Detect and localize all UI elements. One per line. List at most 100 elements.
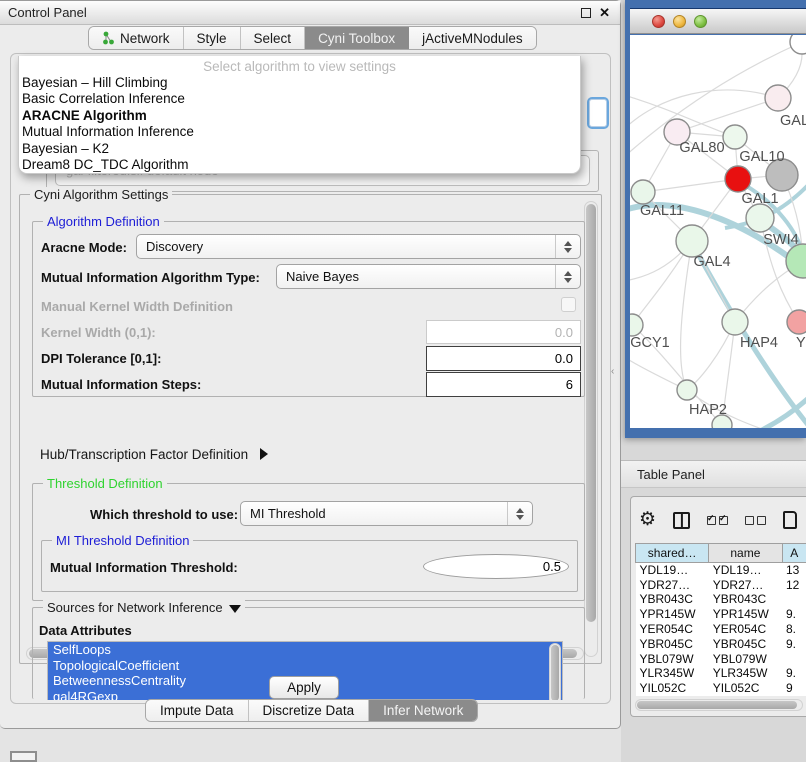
mi-steps-label: Mutual Information Steps: — [41, 377, 201, 392]
network-edge — [681, 241, 692, 390]
network-edge — [643, 179, 738, 192]
deselect-all-columns-icon[interactable] — [745, 516, 766, 525]
table-panel-window: ⚙ shared…nameA YDL19…YDL19…13YDR27…YDR27… — [630, 496, 806, 717]
network-node-gal10[interactable] — [723, 125, 747, 149]
table-row[interactable]: YDR27…YDR27…12 — [636, 577, 806, 592]
network-node-label: GAL1 — [741, 191, 778, 207]
columns-icon[interactable] — [673, 512, 690, 529]
table-panel-titlebar[interactable]: Table Panel — [621, 460, 806, 488]
data-attribute-item-selected[interactable]: SelfLoops — [48, 642, 562, 658]
gear-icon[interactable]: ⚙ — [639, 510, 656, 530]
control-panel-window: Control Panel ✕ Network StyleSelectCyni T… — [0, 0, 621, 729]
tab-cyni-toolbox[interactable]: Cyni Toolbox — [305, 27, 409, 49]
mi-threshold-definition-title: MI Threshold Definition — [52, 533, 193, 548]
bottom-tab-impute-data[interactable]: Impute Data — [146, 700, 249, 721]
table-cell: 8. — [782, 622, 806, 637]
tab-jactivemnodules[interactable]: jActiveMNodules — [409, 27, 536, 49]
table-column-header[interactable]: shared… — [636, 544, 709, 563]
panel-divider-handle[interactable]: ‹ — [611, 366, 614, 377]
zoom-traffic-light-icon[interactable] — [694, 15, 707, 28]
sources-title[interactable]: Sources for Network Inference — [43, 600, 245, 615]
minimized-panel-icon[interactable] — [10, 751, 37, 762]
control-panel-titlebar[interactable]: Control Panel ✕ — [0, 1, 620, 25]
minimize-traffic-light-icon[interactable] — [673, 15, 686, 28]
tab-label: Network — [120, 31, 170, 46]
aracne-mode-combobox[interactable]: Discovery — [136, 234, 581, 259]
node-table[interactable]: shared…nameA YDL19…YDL19…13YDR27…YDR27…1… — [635, 543, 806, 696]
kernel-width-field[interactable]: 0.0 — [426, 320, 581, 344]
network-node-gal1[interactable] — [725, 166, 751, 192]
inference-algorithm-combobox-fragment[interactable] — [587, 97, 609, 129]
which-threshold-combobox[interactable]: MI Threshold — [240, 501, 533, 526]
network-node-label: GAL — [780, 113, 806, 129]
table-horizontal-scrollbar[interactable] — [635, 699, 803, 711]
table-row[interactable]: YBL079WYBL079W — [636, 651, 806, 666]
algorithm-option[interactable]: Bayesian – Hill Climbing — [19, 75, 580, 91]
network-node-hap2[interactable] — [677, 380, 697, 400]
table-cell: 9. — [782, 607, 806, 622]
algorithm-option[interactable]: Dream8 DC_TDC Algorithm — [19, 157, 580, 173]
mi-threshold-definition-group: MI Threshold Definition Mutual Informati… — [41, 540, 578, 592]
algorithm-option[interactable]: ARACNE Algorithm — [19, 108, 580, 124]
data-attribute-item-selected[interactable]: TopologicalCoefficient — [48, 658, 562, 674]
table-cell: 9. — [782, 636, 806, 651]
mi-algorithm-type-label: Mutual Information Algorithm Type: — [41, 270, 260, 285]
table-row[interactable]: YBR045CYBR045C9. — [636, 636, 806, 651]
dpi-tolerance-field[interactable]: 0.0 — [426, 346, 581, 371]
float-window-icon[interactable] — [581, 8, 591, 18]
attributes-list-scrollbar[interactable] — [549, 643, 561, 700]
algorithm-dropdown-placeholder: Select algorithm to view settings — [19, 56, 580, 75]
bottom-tab-discretize-data[interactable]: Discretize Data — [249, 700, 370, 721]
control-panel-title: Control Panel — [0, 5, 87, 20]
table-column-header[interactable]: A — [782, 544, 806, 563]
mi-algorithm-type-combobox[interactable]: Naive Bayes — [276, 264, 581, 289]
network-node-label: HAP2 — [689, 402, 727, 418]
algorithm-option[interactable]: Bayesian – K2 — [19, 141, 580, 157]
network-node[interactable] — [786, 244, 806, 278]
apply-button[interactable]: Apply — [269, 676, 339, 699]
expanded-arrow-icon — [229, 605, 241, 613]
network-window-titlebar[interactable] — [630, 8, 806, 34]
tab-select[interactable]: Select — [241, 27, 306, 49]
dpi-tolerance-value: 0.0 — [555, 351, 573, 366]
algorithm-option[interactable]: Basic Correlation Inference — [19, 91, 580, 107]
table-column-header[interactable]: name — [709, 544, 782, 563]
table-row[interactable]: YER054CYER054C8. — [636, 622, 806, 637]
table-cell: YIL052C — [636, 681, 709, 696]
table-row[interactable]: YBR043CYBR043C — [636, 592, 806, 607]
table-cell: YER054C — [709, 622, 782, 637]
bottom-tab-infer-network[interactable]: Infer Network — [369, 700, 477, 721]
close-icon[interactable]: ✕ — [599, 8, 610, 18]
network-node-label: GAL4 — [693, 254, 730, 270]
algorithm-option[interactable]: Mutual Information Inference — [19, 124, 580, 140]
table-cell: YBR043C — [709, 592, 782, 607]
mi-threshold-field[interactable]: 0.5 — [423, 554, 569, 579]
close-traffic-light-icon[interactable] — [652, 15, 665, 28]
table-row[interactable]: YPR145WYPR145W9. — [636, 607, 806, 622]
table-row[interactable]: YIL052CYIL052C9 — [636, 681, 806, 696]
hub-definition-toggle[interactable]: Hub/Transcription Factor Definition — [40, 447, 268, 462]
collapsed-arrow-icon — [260, 448, 268, 460]
manual-kernel-width-checkbox[interactable] — [561, 297, 576, 312]
network-node[interactable] — [790, 35, 806, 54]
network-node-gal11[interactable] — [631, 180, 655, 204]
network-node-swi4[interactable] — [746, 204, 774, 232]
network-node-y[interactable] — [787, 310, 806, 334]
select-all-columns-icon[interactable] — [707, 516, 728, 525]
settings-vertical-scrollbar[interactable] — [584, 201, 598, 657]
network-node-hap4[interactable] — [722, 309, 748, 335]
mi-algorithm-type-value: Naive Bayes — [286, 269, 359, 284]
mi-steps-field[interactable]: 6 — [426, 372, 581, 397]
export-table-icon[interactable] — [783, 511, 797, 529]
table-row[interactable]: YLR345WYLR345W9. — [636, 666, 806, 681]
table-cell: YDL19… — [636, 563, 709, 578]
network-canvas[interactable]: GALGAL80GAL10GAL1SWI4GAL11GAL4GCY1HAP4YH… — [630, 35, 806, 428]
table-row[interactable]: YDL19…YDL19…13 — [636, 563, 806, 578]
tab-network[interactable]: Network — [89, 27, 184, 49]
network-node-gal[interactable] — [765, 85, 791, 111]
table-cell: 9 — [782, 681, 806, 696]
network-node-gcy1[interactable] — [630, 314, 643, 336]
network-node-gal4[interactable] — [676, 225, 708, 257]
table-cell: 12 — [782, 577, 806, 592]
tab-style[interactable]: Style — [184, 27, 241, 49]
